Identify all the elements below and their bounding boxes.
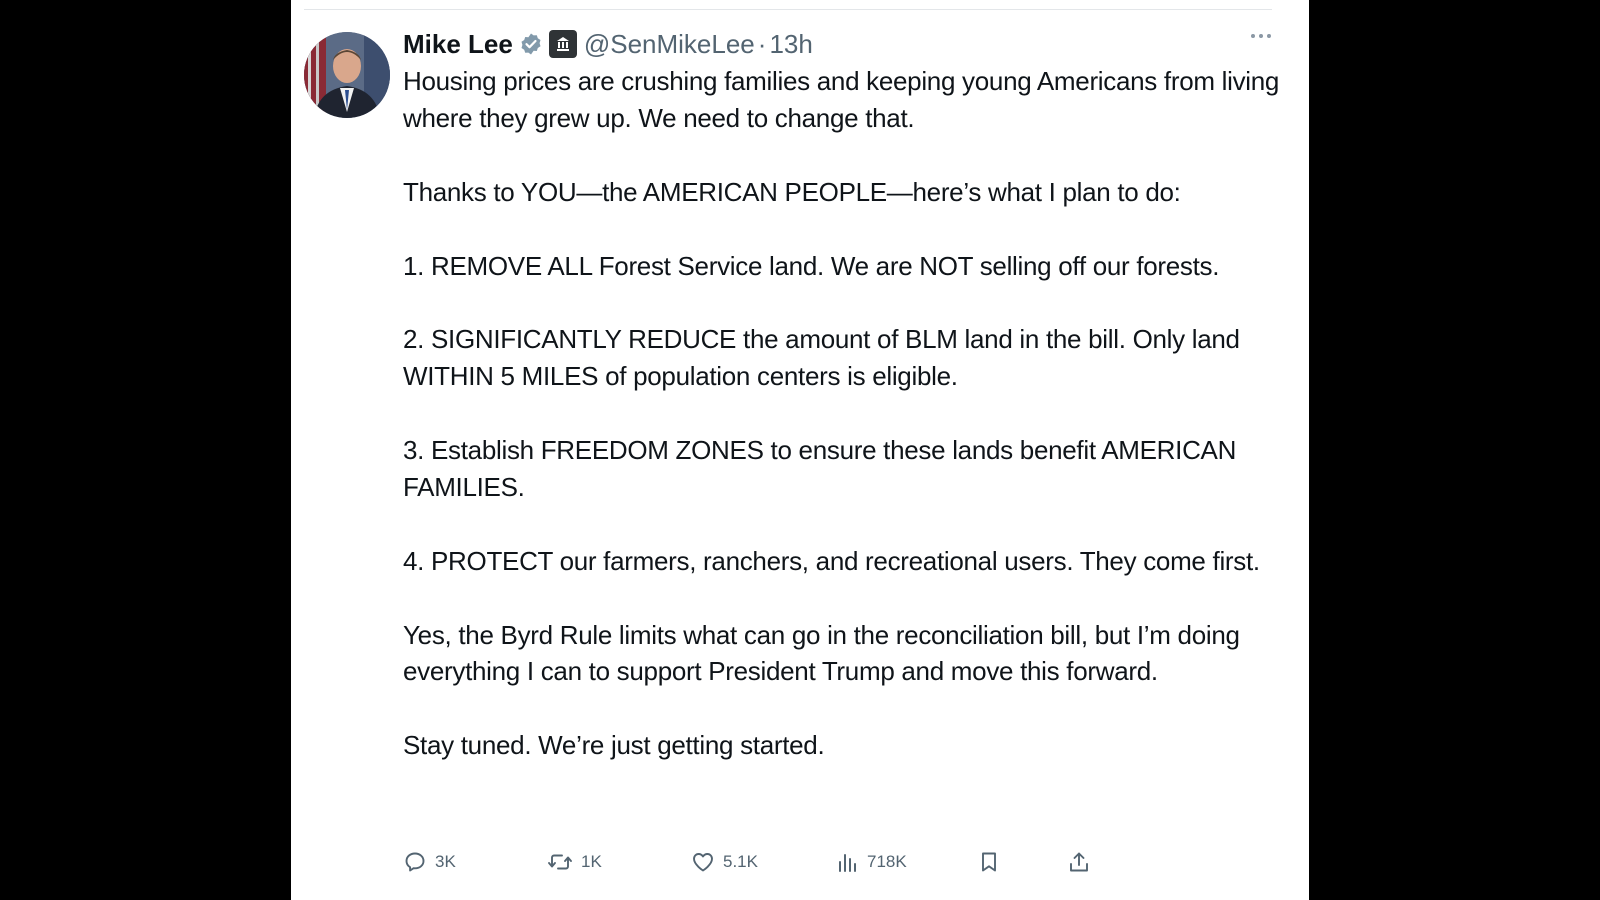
tweet-paragraph: 3. Establish FREEDOM ZONES to ensure the… [403, 435, 1237, 502]
reply-icon [403, 850, 427, 874]
author-handle[interactable]: @SenMikeLee [584, 29, 755, 60]
verified-badge-icon [519, 32, 543, 56]
share-icon [1067, 850, 1091, 874]
bookmark-icon [977, 850, 1001, 874]
heart-icon [691, 850, 715, 874]
like-count: 5.1K [723, 852, 758, 871]
bookmark-button[interactable] [977, 848, 1001, 876]
views-button[interactable]: 718K [835, 848, 907, 876]
author-name[interactable]: Mike Lee [403, 29, 513, 60]
tweet-actions: 3K 1K 5.1K 718K [403, 848, 1283, 876]
government-building-icon [548, 30, 577, 58]
separator-dot: · [757, 28, 767, 59]
avatar-portrait-icon [304, 32, 390, 118]
tweet-paragraph: Thanks to YOU—the AMERICAN PEOPLE—here’s… [403, 176, 1181, 207]
avatar[interactable] [304, 32, 390, 118]
tweet-paragraph: 1. REMOVE ALL Forest Service land. We ar… [403, 250, 1220, 281]
tweet-paragraph: 4. PROTECT our farmers, ranchers, and re… [403, 545, 1260, 576]
tweet-paragraph: Stay tuned. We’re just getting started. [403, 730, 825, 761]
timestamp[interactable]: 13h [769, 29, 812, 60]
tweet-paragraph: Yes, the Byrd Rule limits what can go in… [403, 619, 1240, 687]
tweet-card: Mike Lee @SenMikeLee · 13h Housing price… [291, 0, 1309, 900]
reply-count: 3K [435, 852, 456, 871]
divider [304, 9, 1272, 10]
share-button[interactable] [1067, 848, 1091, 876]
views-count: 718K [867, 852, 907, 871]
tweet-header: Mike Lee @SenMikeLee · 13h [403, 26, 813, 62]
repost-button[interactable]: 1K [547, 848, 602, 876]
reply-button[interactable]: 3K [403, 848, 456, 876]
more-options-icon[interactable] [1251, 34, 1271, 38]
repost-count: 1K [581, 852, 602, 871]
tweet-paragraph: 2. SIGNIFICANTLY REDUCE the amount of BL… [403, 324, 1240, 392]
like-button[interactable]: 5.1K [691, 848, 758, 876]
tweet-text: Housing prices are crushing families and… [403, 63, 1283, 764]
tweet-paragraph: Housing prices are crushing families and… [403, 66, 1280, 133]
views-chart-icon [835, 850, 859, 874]
repost-icon [547, 850, 573, 874]
